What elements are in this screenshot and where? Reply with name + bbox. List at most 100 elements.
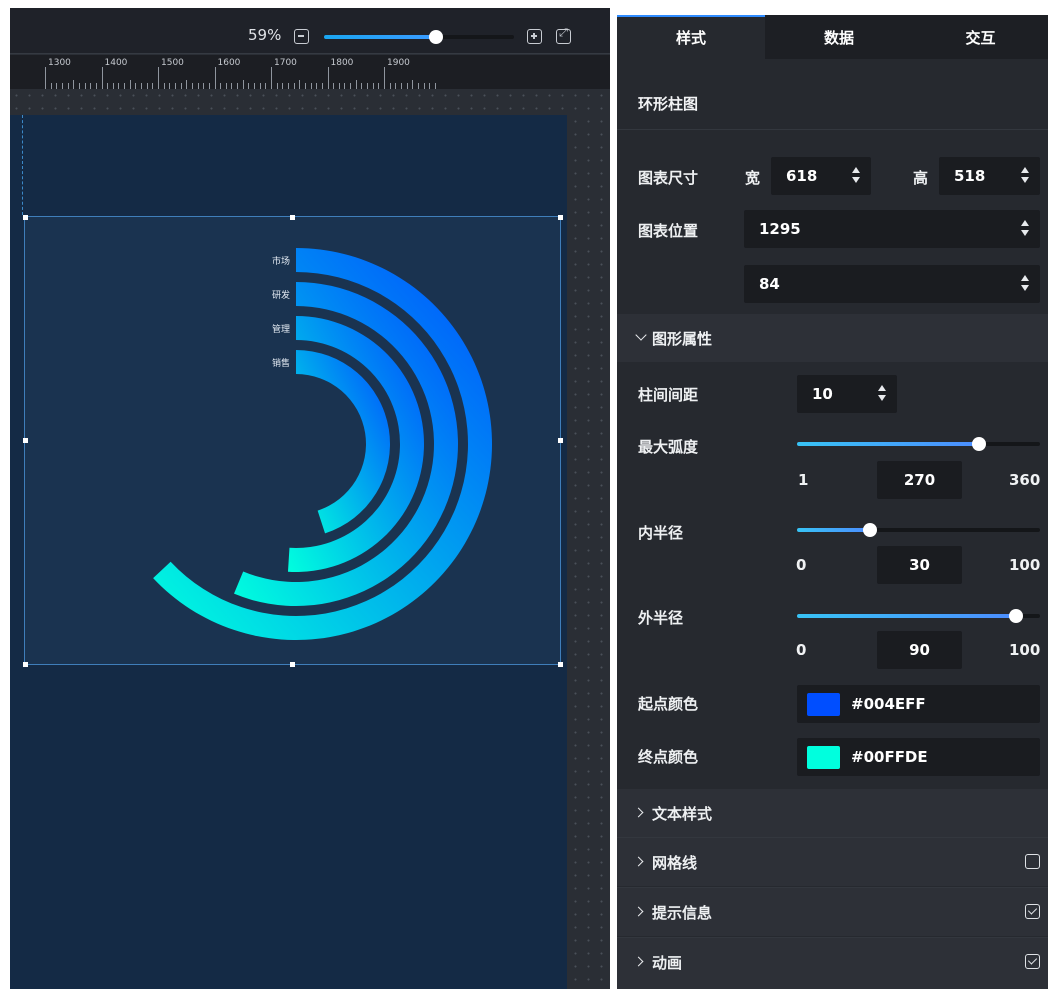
- canvas-area: 59% 1300 1400 1500 1600 1700 1800 1900: [10, 8, 610, 989]
- inner-radius-slider-fill: [797, 528, 870, 532]
- tab-interaction[interactable]: 交互: [913, 15, 1048, 59]
- chevron-right-icon: [633, 856, 644, 867]
- height-input[interactable]: 518: [939, 157, 1040, 195]
- inner-radius-value-input[interactable]: 30: [877, 546, 962, 584]
- screen-stage: 市场 研发 管理 销售: [10, 115, 567, 989]
- width-input[interactable]: 618: [771, 157, 871, 195]
- ruler-major-tick: [101, 67, 103, 89]
- bar-gap-label: 柱间间距: [638, 386, 699, 404]
- component-title: 环形柱图: [638, 95, 699, 113]
- outer-radius-slider-thumb[interactable]: [1008, 609, 1023, 623]
- zoom-level: 59%: [248, 26, 282, 44]
- zoom-slider-fill: [324, 35, 437, 39]
- inner-radius-slider[interactable]: [797, 523, 1040, 537]
- width-label: 宽: [745, 169, 761, 187]
- end-color-picker[interactable]: #00FFDE: [797, 738, 1040, 776]
- bar-gap-stepper-icon[interactable]: [877, 385, 887, 403]
- text-style-header[interactable]: 文本样式: [617, 789, 1048, 837]
- ruler-tick-label: 1900: [387, 58, 410, 68]
- outer-radius-value-input[interactable]: 90: [877, 631, 962, 669]
- ruler-major-tick: [327, 67, 329, 89]
- resize-handle-s[interactable]: [290, 661, 295, 667]
- tab-style[interactable]: 样式: [617, 15, 765, 59]
- position-y-input[interactable]: 84: [744, 265, 1040, 303]
- horizontal-ruler: 1300 1400 1500 1600 1700 1800 1900: [10, 55, 610, 89]
- chevron-right-icon: [633, 807, 644, 818]
- position-x-input[interactable]: 1295: [744, 210, 1040, 248]
- inner-radius-label: 内半径: [638, 524, 684, 542]
- animation-checkbox[interactable]: [1025, 954, 1040, 969]
- ruler-major-tick: [271, 67, 272, 89]
- inner-radius-slider-thumb[interactable]: [862, 523, 877, 537]
- chevron-down-icon: [635, 329, 647, 341]
- start-color-picker[interactable]: #004EFF: [797, 685, 1040, 723]
- resize-handle-ne[interactable]: [557, 214, 563, 220]
- start-color-swatch[interactable]: [807, 693, 840, 716]
- chevron-right-icon: [633, 906, 644, 917]
- ruler-tick-label: 1300: [48, 58, 71, 68]
- guide-line: [22, 115, 23, 215]
- max-arc-slider[interactable]: [797, 437, 1040, 451]
- ruler-minor-tick: [73, 80, 75, 89]
- width-stepper-icon[interactable]: [851, 167, 861, 185]
- resize-handle-e[interactable]: [557, 438, 563, 443]
- resize-handle-nw[interactable]: [22, 214, 28, 220]
- ruler-tick-label: 1800: [330, 58, 354, 68]
- category-label: 管理: [272, 323, 290, 335]
- ruler-major-tick: [45, 67, 46, 89]
- chevron-right-icon: [633, 956, 644, 967]
- position-x-stepper-icon[interactable]: [1020, 220, 1030, 238]
- ruler-major-tick: [214, 67, 216, 89]
- max-arc-min: 1: [798, 471, 809, 489]
- panel-tabs: 样式 数据 交互: [617, 15, 1048, 59]
- max-arc-value-input[interactable]: 270: [877, 461, 962, 499]
- ruler-tick-label: 1600: [217, 58, 241, 68]
- ruler-minor-tick: [186, 80, 188, 89]
- outer-radius-slider[interactable]: [797, 609, 1040, 623]
- chart-component[interactable]: 市场 研发 管理 销售: [22, 214, 563, 667]
- start-color-label: 起点颜色: [638, 695, 699, 713]
- outer-radius-max: 100: [1009, 641, 1041, 659]
- resize-handle-sw[interactable]: [22, 661, 28, 667]
- ruler-minor-tick: [355, 80, 357, 89]
- fit-screen-icon[interactable]: [556, 26, 571, 44]
- height-label: 高: [913, 169, 929, 187]
- ruler-major-tick: [384, 67, 385, 89]
- shape-properties-header[interactable]: 图形属性: [617, 314, 1048, 362]
- outer-radius-label: 外半径: [638, 609, 684, 627]
- max-arc-slider-thumb[interactable]: [971, 437, 986, 451]
- tooltip-header[interactable]: 提示信息: [617, 888, 1048, 936]
- height-stepper-icon[interactable]: [1020, 167, 1030, 185]
- zoom-toolbar: 59%: [10, 8, 610, 54]
- ruler-tick-label: 1400: [104, 58, 128, 68]
- resize-handle-n[interactable]: [290, 214, 295, 220]
- max-arc-max: 360: [1009, 471, 1041, 489]
- tooltip-checkbox[interactable]: [1025, 904, 1040, 919]
- resize-handle-se[interactable]: [557, 661, 563, 667]
- zoom-slider-thumb[interactable]: [429, 30, 444, 44]
- ruler-major-tick: [158, 67, 159, 89]
- category-label: 市场: [272, 255, 290, 267]
- grid-lines-header[interactable]: 网格线: [617, 838, 1048, 886]
- end-color-label: 终点颜色: [638, 748, 699, 766]
- resize-handle-w[interactable]: [22, 438, 28, 443]
- bar-gap-input[interactable]: 10: [797, 375, 897, 413]
- workspace-grid: 市场 研发 管理 销售: [10, 89, 610, 989]
- zoom-out-icon[interactable]: [294, 29, 309, 44]
- ruler-tick-label: 1500: [161, 58, 184, 68]
- max-arc-slider-fill: [797, 442, 979, 446]
- ruler-minor-tick: [129, 80, 131, 89]
- ruler-minor-tick: [242, 80, 244, 89]
- zoom-in-icon[interactable]: [527, 29, 542, 44]
- tab-data[interactable]: 数据: [765, 15, 913, 59]
- position-y-stepper-icon[interactable]: [1020, 275, 1030, 293]
- zoom-slider[interactable]: [324, 30, 514, 44]
- animation-header[interactable]: 动画: [617, 938, 1048, 989]
- radial-bar[interactable]: [296, 350, 390, 534]
- end-color-swatch[interactable]: [807, 746, 840, 769]
- outer-radius-slider-fill: [797, 614, 1016, 618]
- inner-radius-min: 0: [796, 556, 807, 574]
- category-label: 研发: [272, 289, 290, 301]
- grid-lines-checkbox[interactable]: [1025, 854, 1040, 869]
- ruler-tick-label: 1700: [274, 58, 297, 68]
